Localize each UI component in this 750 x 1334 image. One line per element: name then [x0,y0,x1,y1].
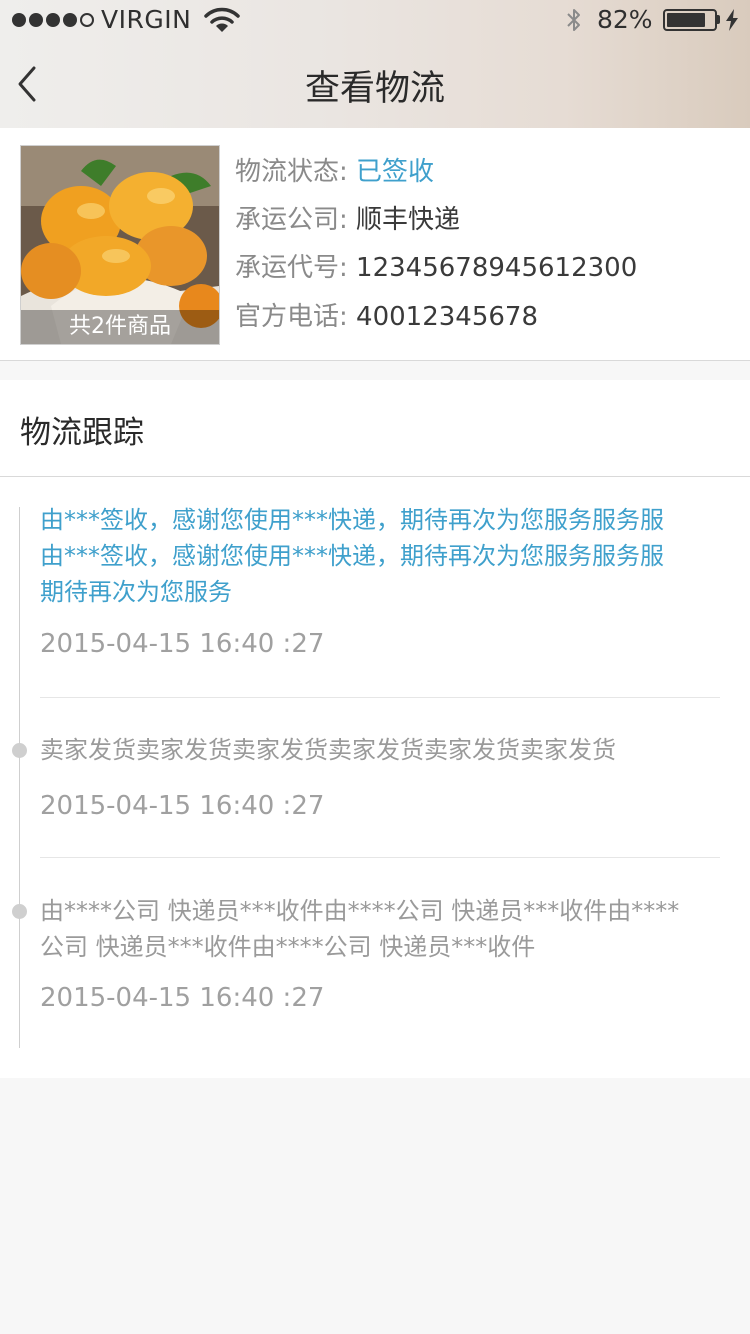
tracking-event-time: 2015-04-15 16:40 :27 [40,629,325,659]
carrier-value: 顺丰快递 [356,205,461,235]
charging-bolt-icon [725,9,739,35]
event-line: 由***签收，感谢您使用***快递，期待再次为您服务服务服 [40,506,664,534]
carrier-row: 承运公司: 顺丰快递 [235,202,460,238]
event-divider [40,697,720,698]
section-divider [0,476,750,477]
event-line: 由***签收，感谢您使用***快递，期待再次为您服务服务服 [40,542,664,570]
status-label: 物流状态: [235,157,348,187]
carrier-label: 承运公司: [235,205,348,235]
battery-tip [717,15,720,24]
wifi-icon [204,7,240,37]
tracking-event-text: 由****公司 快递员***收件由****公司 快递员***收件由**** 公司… [40,893,720,965]
timeline-dot [12,743,27,758]
shipment-info-card: 共2件商品 物流状态: 已签收 承运公司: 顺丰快递 承运代号: 1234567… [0,128,750,361]
tracking-event-text: 卖家发货卖家发货卖家发货卖家发货卖家发货卖家发货 [40,732,720,768]
product-thumbnail[interactable]: 共2件商品 [20,145,220,345]
tracking-event-time: 2015-04-15 16:40 :27 [40,983,325,1013]
tracking-event-time: 2015-04-15 16:40 :27 [40,791,325,821]
carrier-name: VIRGIN [101,5,192,34]
status-value: 已签收 [356,157,435,187]
event-line: 公司 快递员***收件由****公司 快递员***收件 [40,933,536,961]
status-bar: VIRGIN 82% [0,0,750,40]
battery-icon [663,9,717,31]
bluetooth-icon [564,7,584,39]
event-line: 期待再次为您服务 [40,578,232,606]
tracking-title: 物流跟踪 [20,415,144,451]
event-line: 卖家发货卖家发货卖家发货卖家发货卖家发货卖家发货 [40,736,616,764]
status-row: 物流状态: 已签收 [235,154,434,190]
tracking-number-value: 12345678945612300 [356,253,638,283]
phone-value[interactable]: 40012345678 [356,302,538,332]
phone-label: 官方电话: [235,302,348,332]
tracking-event-text: 由***签收，感谢您使用***快递，期待再次为您服务服务服 由***签收，感谢您… [40,502,720,610]
page-title: 查看物流 [304,69,445,109]
tracking-number-row: 承运代号: 12345678945612300 [235,250,637,286]
signal-strength-icon [12,13,94,27]
battery-percentage: 82% [597,5,653,34]
timeline-line [19,507,20,1048]
top-bar: VIRGIN 82% 查看物流 [0,0,750,128]
timeline-dot [12,904,27,919]
tracking-section: 物流跟踪 由***签收，感谢您使用***快递，期待再次为您服务服务服 由***签… [0,380,750,1078]
item-count-caption: 共2件商品 [21,310,219,344]
phone-row: 官方电话: 40012345678 [235,299,538,335]
event-divider [40,857,720,858]
tracking-number-label: 承运代号: [235,253,348,283]
event-line: 由****公司 快递员***收件由****公司 快递员***收件由**** [40,897,680,925]
